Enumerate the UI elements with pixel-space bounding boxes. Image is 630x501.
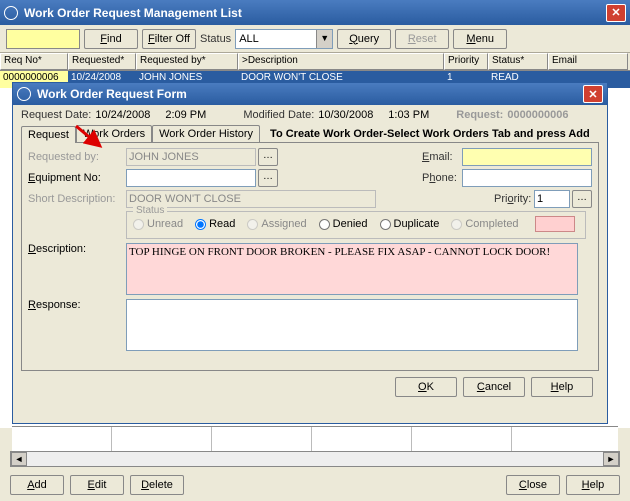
equipment-lookup-button[interactable]: … [258, 169, 278, 187]
status-label: Status [200, 33, 231, 45]
add-button[interactable]: Add [10, 475, 64, 495]
tab-work-orders[interactable]: Work Orders [76, 125, 152, 142]
col-description[interactable]: >Description [238, 53, 444, 70]
col-status[interactable]: Status* [488, 53, 548, 70]
request-no: 0000000006 [507, 109, 568, 121]
status-color-swatch [535, 216, 575, 232]
col-priority[interactable]: Priority [444, 53, 488, 70]
grid-header: Req No* Requested* Requested by* >Descri… [0, 53, 630, 71]
close-button[interactable]: Close [506, 475, 560, 495]
menu-button[interactable]: Menu [453, 29, 507, 49]
email-field[interactable] [462, 148, 592, 166]
col-req-no[interactable]: Req No* [0, 53, 68, 70]
cancel-button[interactable]: Cancel [463, 377, 525, 397]
scroll-right-icon[interactable]: ► [603, 452, 619, 466]
requested-by-lookup-button[interactable]: … [258, 148, 278, 166]
dialog-title: Work Order Request Form [37, 87, 583, 101]
ok-button[interactable]: OK [395, 377, 457, 397]
priority-field[interactable] [534, 190, 570, 208]
description-label: Description: [28, 243, 126, 255]
response-textarea[interactable] [126, 299, 578, 351]
main-close-button[interactable]: ✕ [606, 4, 626, 22]
request-date: 10/24/2008 [95, 109, 161, 121]
radio-duplicate[interactable]: Duplicate [380, 218, 440, 230]
priority-lookup-button[interactable]: … [572, 190, 592, 208]
delete-button[interactable]: Delete [130, 475, 184, 495]
col-email[interactable]: Email [548, 53, 628, 70]
response-label: Response: [28, 299, 126, 311]
equipment-no-label: Equipment No: [28, 172, 126, 184]
scroll-left-icon[interactable]: ◄ [11, 452, 27, 466]
scroll-track[interactable] [27, 452, 603, 466]
phone-field[interactable] [462, 169, 592, 187]
query-button[interactable]: Query [337, 29, 391, 49]
form-panel: Requested by: … Email: Equipment No: … P… [21, 143, 599, 371]
priority-label: Priority: [494, 193, 534, 205]
main-titlebar: Work Order Request Management List ✕ [0, 0, 630, 25]
toolbar: Find Filter Off Status ALL ▼ Query Reset… [0, 25, 630, 53]
modified-date-label: Modified Date: [243, 109, 314, 121]
email-label: Email: [422, 151, 462, 163]
filter-value-box[interactable] [6, 29, 80, 49]
col-requested[interactable]: Requested* [68, 53, 136, 70]
bottom-button-bar: Add Edit Delete Close Help [10, 475, 620, 495]
request-form-dialog: Work Order Request Form ✕ Request Date: … [12, 82, 608, 424]
horizontal-scrollbar[interactable]: ◄ ► [10, 451, 620, 467]
dialog-button-row: OK Cancel Help [21, 377, 599, 397]
app-icon [4, 6, 18, 20]
radio-denied[interactable]: Denied [319, 218, 368, 230]
tab-instruction: To Create Work Order-Select Work Orders … [270, 125, 590, 142]
dialog-close-button[interactable]: ✕ [583, 85, 603, 103]
col-requested-by[interactable]: Requested by* [136, 53, 238, 70]
grid-footer-lines [12, 426, 618, 454]
radio-completed: Completed [451, 218, 518, 230]
tab-strip: Request Work Orders Work Order History T… [21, 125, 599, 143]
radio-unread: Unread [133, 218, 183, 230]
dialog-icon [17, 87, 31, 101]
request-date-label: Request Date: [21, 109, 91, 121]
short-desc-label: Short Description: [28, 193, 126, 205]
find-button[interactable]: Find [84, 29, 138, 49]
help-button[interactable]: Help [566, 475, 620, 495]
reset-button[interactable]: Reset [395, 29, 449, 49]
edit-button[interactable]: Edit [70, 475, 124, 495]
radio-read[interactable]: Read [195, 218, 235, 230]
dialog-titlebar: Work Order Request Form ✕ [13, 83, 607, 105]
status-legend: Status [133, 205, 167, 216]
status-group: Status Unread Read Assigned Denied Dupli… [126, 211, 586, 239]
description-textarea[interactable] [126, 243, 578, 295]
dropdown-arrow-icon: ▼ [316, 30, 332, 48]
status-dropdown[interactable]: ALL ▼ [235, 29, 333, 49]
requested-by-field[interactable] [126, 148, 256, 166]
filter-off-button[interactable]: Filter Off [142, 29, 196, 49]
request-no-label: Request: [456, 109, 503, 121]
request-time: 2:09 PM [165, 109, 215, 121]
dialog-help-button[interactable]: Help [531, 377, 593, 397]
radio-assigned: Assigned [247, 218, 306, 230]
tab-request[interactable]: Request [21, 126, 76, 143]
status-value: ALL [236, 33, 316, 45]
phone-label: Phone: [422, 172, 462, 184]
requested-by-label: Requested by: [28, 151, 126, 163]
modified-time: 1:03 PM [388, 109, 438, 121]
equipment-no-field[interactable] [126, 169, 256, 187]
main-title: Work Order Request Management List [24, 6, 606, 20]
modified-date: 10/30/2008 [318, 109, 384, 121]
tab-work-order-history[interactable]: Work Order History [152, 125, 260, 142]
